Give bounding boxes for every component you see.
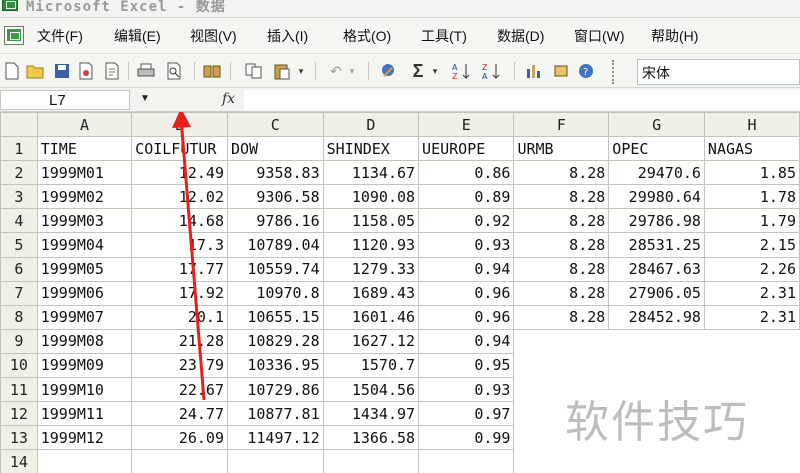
autosum-icon[interactable]: Σ <box>408 61 428 81</box>
workbook-icon[interactable] <box>4 26 24 45</box>
font-name-select[interactable]: 宋体 <box>637 59 800 85</box>
insert-function-icon[interactable]: fx <box>222 91 235 107</box>
help-icon[interactable]: ? <box>576 61 596 81</box>
name-box-dropdown-icon[interactable]: ▼ <box>140 93 150 104</box>
window-title: Microsoft Excel - 数据 <box>26 0 226 15</box>
paste-dropdown-icon[interactable]: ▾ <box>296 61 306 81</box>
open-icon[interactable] <box>26 61 46 81</box>
formula-input[interactable] <box>244 90 800 110</box>
menu-help[interactable]: 帮助(H) <box>651 26 698 46</box>
svg-text:A: A <box>482 72 488 81</box>
svg-text:Z: Z <box>452 72 458 81</box>
toolbar-grip-handle[interactable] <box>612 60 620 84</box>
toolbar-separator <box>368 62 369 80</box>
research-icon[interactable] <box>202 61 222 81</box>
print-icon[interactable] <box>136 61 156 81</box>
toolbar-separator <box>514 62 515 80</box>
autosum-dropdown-icon[interactable]: ▾ <box>430 61 440 81</box>
toolbar-separator <box>230 62 231 80</box>
sort-ascending-icon[interactable]: AZ <box>451 61 471 81</box>
svg-text:Z: Z <box>482 63 488 72</box>
svg-text:?: ? <box>583 67 588 78</box>
menu-edit[interactable]: 编辑(E) <box>114 26 161 46</box>
excel-app-icon <box>2 0 18 11</box>
save-icon[interactable] <box>52 61 72 81</box>
standard-toolbar: ▾ ↶ ▾ Σ ▾ AZ ZA ? 宋体 <box>0 54 800 88</box>
menu-data[interactable]: 数据(D) <box>497 26 544 46</box>
hyperlink-icon[interactable] <box>378 61 398 81</box>
print-preview-icon[interactable] <box>164 61 184 81</box>
menu-format[interactable]: 格式(O) <box>343 26 391 46</box>
sort-descending-icon[interactable]: ZA <box>481 61 501 81</box>
permission-icon[interactable] <box>76 61 96 81</box>
paste-doc-icon[interactable] <box>102 61 122 81</box>
title-bar: Microsoft Excel - 数据 <box>0 0 800 18</box>
menu-tools[interactable]: 工具(T) <box>421 26 467 46</box>
undo-icon[interactable]: ↶ <box>326 61 346 81</box>
menu-file[interactable]: 文件(F) <box>37 26 83 46</box>
undo-dropdown-icon[interactable]: ▾ <box>347 61 357 81</box>
spreadsheet-grid: A B C D E F G H 1TIMECOILFUTURDOWSHINDEX… <box>0 112 800 473</box>
chart-icon[interactable] <box>524 61 544 81</box>
new-icon[interactable] <box>2 61 22 81</box>
formula-bar: L7 ▼ fx <box>0 88 800 112</box>
copy-icon[interactable] <box>244 61 264 81</box>
toolbar-separator <box>128 62 129 80</box>
menu-insert[interactable]: 插入(I) <box>267 26 308 46</box>
drawing-icon[interactable] <box>552 61 572 81</box>
toolbar-separator <box>194 62 195 80</box>
menu-window[interactable]: 窗口(W) <box>574 26 625 46</box>
watermark-text: 软件技巧 <box>565 397 749 448</box>
name-box[interactable]: L7 <box>0 90 130 110</box>
menu-bar: 文件(F) 编辑(E) 视图(V) 插入(I) 格式(O) 工具(T) 数据(D… <box>0 18 800 54</box>
menu-view[interactable]: 视图(V) <box>190 26 237 46</box>
toolbar-separator <box>315 62 316 80</box>
svg-text:A: A <box>452 63 458 72</box>
paste-icon[interactable] <box>272 61 292 81</box>
